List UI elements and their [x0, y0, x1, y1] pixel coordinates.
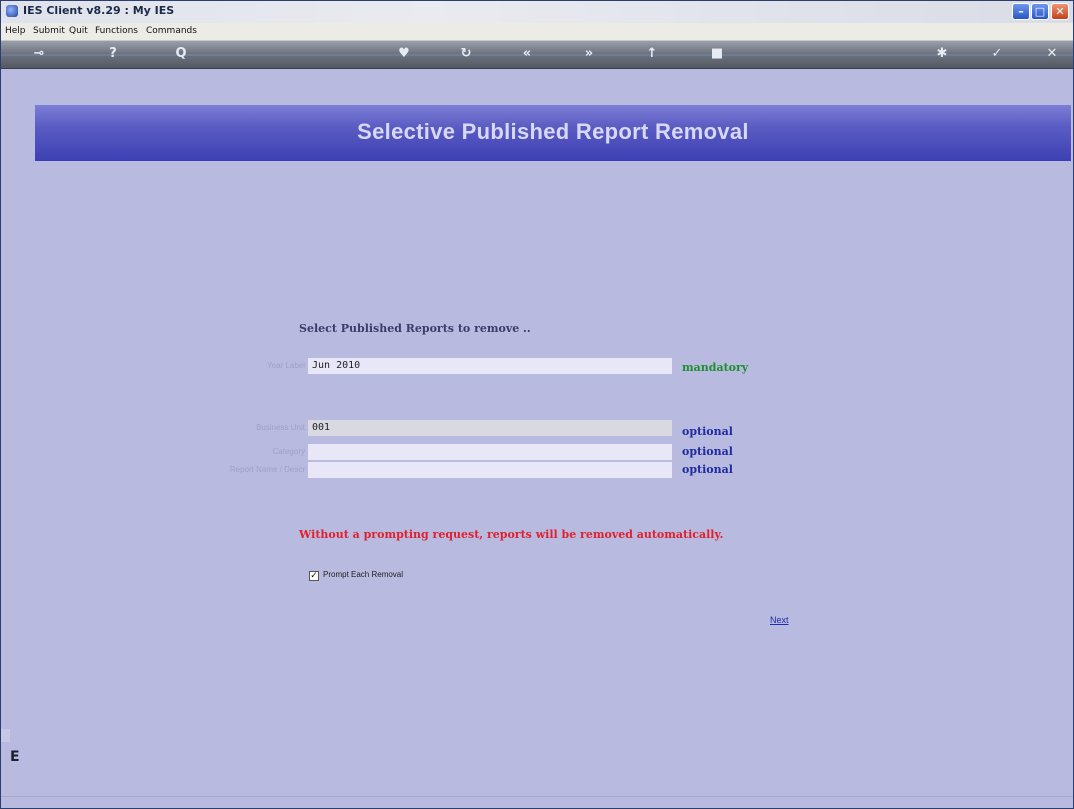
optional-tag-report-name: optional — [682, 463, 733, 476]
toolbar-divider — [1, 54, 1073, 56]
mandatory-tag: mandatory — [682, 361, 749, 374]
app-icon — [6, 5, 18, 17]
menu-bar: Help Submit Quit Functions Commands — [1, 23, 1073, 41]
search-icon[interactable]: Q — [173, 46, 189, 62]
app-window: IES Client v8.29 : My IES – □ ✕ Help Sub… — [0, 0, 1074, 809]
form-heading: Select Published Reports to remove .. — [299, 322, 531, 335]
menu-commands[interactable]: Commands — [146, 26, 197, 36]
menu-submit[interactable]: Submit — [33, 26, 65, 36]
close-button[interactable]: ✕ — [1051, 3, 1069, 20]
warning-message: Without a prompting request, reports wil… — [299, 528, 724, 541]
settings-icon[interactable]: ✱ — [934, 46, 950, 62]
side-tab[interactable] — [1, 729, 10, 742]
prompt-checkbox[interactable]: ✓ — [309, 571, 319, 581]
menu-help[interactable]: Help — [5, 26, 26, 36]
rewind-icon[interactable]: « — [519, 46, 535, 62]
minimize-button[interactable]: – — [1012, 3, 1030, 20]
refresh-icon[interactable]: ↻ — [458, 46, 474, 62]
year-field[interactable]: Jun 2010 — [308, 358, 672, 374]
up-icon[interactable]: ↑ — [644, 46, 660, 62]
menu-functions[interactable]: Functions — [95, 26, 138, 36]
help-icon[interactable]: ? — [105, 46, 121, 62]
report-name-field[interactable] — [308, 462, 672, 478]
category-field[interactable] — [308, 444, 672, 460]
report-name-label: Report Name / Descr — [229, 465, 305, 474]
business-unit-label: Business Unit — [256, 423, 305, 432]
category-label: Category — [272, 447, 305, 456]
key-icon[interactable]: ⊸ — [31, 46, 47, 62]
header-banner: Selective Published Report Removal — [35, 105, 1071, 161]
title-bar[interactable]: IES Client v8.29 : My IES – □ ✕ — [1, 1, 1073, 24]
side-letter: E — [10, 749, 20, 765]
heart-icon[interactable]: ♥ — [396, 46, 412, 62]
forward-icon[interactable]: » — [581, 46, 597, 62]
toolbar: ⊸ ? Q ♥ ↻ « » ↑ ■ ✱ ✓ ✕ — [1, 41, 1073, 69]
next-link[interactable]: Next — [770, 615, 789, 625]
menu-quit[interactable]: Quit — [69, 26, 88, 36]
optional-tag-business-unit: optional — [682, 425, 733, 438]
page-title: Selective Published Report Removal — [357, 119, 749, 144]
status-bar — [1, 796, 1073, 808]
stop-icon[interactable]: ■ — [709, 46, 725, 62]
year-label: Year Label — [267, 361, 305, 370]
window-title: IES Client v8.29 : My IES — [23, 4, 175, 17]
ok-icon[interactable]: ✓ — [989, 46, 1005, 62]
optional-tag-category: optional — [682, 445, 733, 458]
prompt-checkbox-label[interactable]: Prompt Each Removal — [323, 570, 403, 579]
maximize-button[interactable]: □ — [1031, 3, 1049, 20]
business-unit-field[interactable]: 001 — [308, 420, 672, 436]
close-icon[interactable]: ✕ — [1044, 46, 1060, 62]
